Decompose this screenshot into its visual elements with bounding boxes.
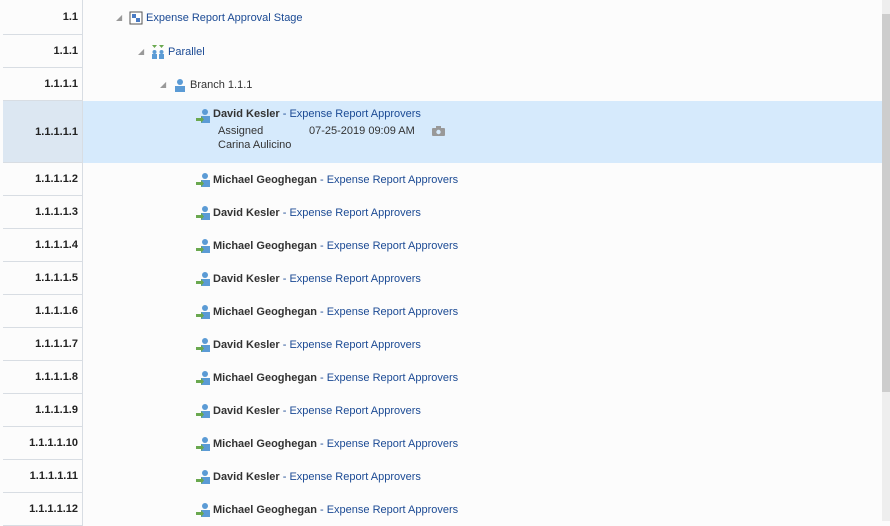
row-number: 1.1.1.1 bbox=[3, 68, 83, 101]
separator: - bbox=[316, 437, 327, 450]
separator: - bbox=[316, 239, 327, 252]
separator: - bbox=[279, 108, 290, 120]
tree-row-branch[interactable]: 1.1.1.1 ◢ Branch 1.1.1 bbox=[0, 68, 882, 101]
parallel-link[interactable]: Parallel bbox=[168, 46, 205, 58]
assignee-name: Carina Aulicino bbox=[218, 139, 292, 151]
row-number: 1.1.1.1.9 bbox=[3, 394, 83, 427]
tree-row-participant[interactable]: 1.1.1.1.5 David Kesler - Expense Report … bbox=[0, 262, 882, 295]
tree-row-participant[interactable]: 1.1.1.1.4 Michael Geoghegan - Expense Re… bbox=[0, 229, 882, 262]
collapse-triangle-icon[interactable]: ◢ bbox=[138, 47, 150, 56]
row-number: 1.1.1.1.10 bbox=[3, 427, 83, 460]
branch-label: Branch 1.1.1 bbox=[190, 78, 253, 91]
collapse-triangle-icon[interactable]: ◢ bbox=[160, 80, 172, 89]
participant-name: Michael Geoghegan bbox=[213, 305, 317, 318]
participant-group-link[interactable]: Expense Report Approvers bbox=[289, 471, 420, 483]
row-number: 1.1.1.1.8 bbox=[3, 361, 83, 394]
participant-icon bbox=[196, 172, 210, 187]
separator: - bbox=[316, 173, 327, 186]
participant-name: Michael Geoghegan bbox=[213, 239, 317, 252]
participant-group-link[interactable]: Expense Report Approvers bbox=[289, 108, 420, 120]
row-number: 1.1.1.1.6 bbox=[3, 295, 83, 328]
participant-group-link[interactable]: Expense Report Approvers bbox=[327, 174, 458, 186]
participant-name: David Kesler bbox=[213, 206, 280, 219]
tree-row-participant[interactable]: 1.1.1.1.10 Michael Geoghegan - Expense R… bbox=[0, 427, 882, 460]
row-number: 1.1.1.1.1 bbox=[3, 101, 83, 163]
row-number: 1.1.1.1.11 bbox=[3, 460, 83, 493]
separator: - bbox=[279, 206, 290, 219]
tree-row-selected[interactable]: 1.1.1.1.1 David Kesler - Expense Report … bbox=[0, 101, 882, 163]
row-number: 1.1.1.1.7 bbox=[3, 328, 83, 361]
participant-group-link[interactable]: Expense Report Approvers bbox=[289, 405, 420, 417]
tree-row-stage[interactable]: 1.1 ◢ Expense Report Approval Stage bbox=[0, 0, 882, 35]
participant-icon bbox=[196, 337, 210, 352]
participant-group-link[interactable]: Expense Report Approvers bbox=[327, 240, 458, 252]
collapse-triangle-icon[interactable]: ◢ bbox=[116, 13, 128, 22]
participant-group-link[interactable]: Expense Report Approvers bbox=[327, 372, 458, 384]
participant-name: Michael Geoghegan bbox=[213, 371, 317, 384]
assigned-date: 07-25-2019 09:09 AM bbox=[309, 125, 415, 137]
stage-icon bbox=[129, 11, 143, 24]
separator: - bbox=[316, 371, 327, 384]
participant-icon bbox=[196, 271, 210, 286]
participant-group-link[interactable]: Expense Report Approvers bbox=[327, 306, 458, 318]
row-number: 1.1 bbox=[3, 0, 83, 35]
camera-icon[interactable] bbox=[432, 126, 445, 137]
participant-group-link[interactable]: Expense Report Approvers bbox=[289, 339, 420, 351]
row-number: 1.1.1.1.2 bbox=[3, 163, 83, 196]
participant-group-link[interactable]: Expense Report Approvers bbox=[327, 438, 458, 450]
tree-row-participant[interactable]: 1.1.1.1.8 Michael Geoghegan - Expense Re… bbox=[0, 361, 882, 394]
separator: - bbox=[279, 470, 290, 483]
vertical-scrollbar[interactable] bbox=[882, 0, 890, 521]
participant-icon bbox=[196, 109, 210, 123]
participant-name: Michael Geoghegan bbox=[213, 503, 317, 516]
tree-row-participant[interactable]: 1.1.1.1.9 David Kesler - Expense Report … bbox=[0, 394, 882, 427]
participant-icon bbox=[196, 205, 210, 220]
participant-icon bbox=[196, 370, 210, 385]
stage-link[interactable]: Expense Report Approval Stage bbox=[146, 12, 303, 24]
row-number: 1.1.1.1.4 bbox=[3, 229, 83, 262]
separator: - bbox=[279, 338, 290, 351]
participant-name: David Kesler bbox=[213, 470, 280, 483]
participant-name: David Kesler bbox=[213, 338, 280, 351]
tree-row-participant[interactable]: 1.1.1.1.3 David Kesler - Expense Report … bbox=[0, 196, 882, 229]
separator: - bbox=[279, 404, 290, 417]
separator: - bbox=[279, 272, 290, 285]
participant-name: David Kesler bbox=[213, 108, 280, 120]
participant-icon bbox=[196, 436, 210, 451]
participant-icon bbox=[196, 238, 210, 253]
separator: - bbox=[316, 503, 327, 516]
tree-row-participant[interactable]: 1.1.1.1.2 Michael Geoghegan - Expense Re… bbox=[0, 163, 882, 196]
row-number: 1.1.1.1.3 bbox=[3, 196, 83, 229]
row-number: 1.1.1.1.5 bbox=[3, 262, 83, 295]
scrollbar-thumb[interactable] bbox=[882, 14, 890, 392]
participant-icon bbox=[196, 469, 210, 484]
row-number: 1.1.1.1.12 bbox=[3, 493, 83, 526]
assignment-detail: Assigned 07-25-2019 09:09 AM Carina Aulic… bbox=[218, 124, 445, 152]
participant-name: Michael Geoghegan bbox=[213, 173, 317, 186]
tree-row-participant[interactable]: 1.1.1.1.11 David Kesler - Expense Report… bbox=[0, 460, 882, 493]
participant-group-link[interactable]: Expense Report Approvers bbox=[289, 207, 420, 219]
participant-icon bbox=[196, 502, 210, 517]
participant-group-link[interactable]: Expense Report Approvers bbox=[289, 273, 420, 285]
tree-row-participant[interactable]: 1.1.1.1.12 Michael Geoghegan - Expense R… bbox=[0, 493, 882, 526]
tree-row-parallel[interactable]: 1.1.1 ◢ Parallel bbox=[0, 35, 882, 68]
tree-row-participant[interactable]: 1.1.1.1.6 Michael Geoghegan - Expense Re… bbox=[0, 295, 882, 328]
participant-group-link[interactable]: Expense Report Approvers bbox=[327, 504, 458, 516]
approval-tree: 1.1 ◢ Expense Report Approval Stage 1.1.… bbox=[0, 0, 882, 526]
branch-user-icon bbox=[175, 78, 185, 92]
parallel-icon bbox=[152, 44, 164, 59]
participant-name: David Kesler bbox=[213, 404, 280, 417]
separator: - bbox=[316, 305, 327, 318]
participant-name: David Kesler bbox=[213, 272, 280, 285]
tree-row-participant[interactable]: 1.1.1.1.7 David Kesler - Expense Report … bbox=[0, 328, 882, 361]
participant-icon bbox=[196, 304, 210, 319]
row-number: 1.1.1 bbox=[3, 35, 83, 68]
participant-name: Michael Geoghegan bbox=[213, 437, 317, 450]
participant-icon bbox=[196, 403, 210, 418]
status-text: Assigned bbox=[218, 125, 264, 137]
